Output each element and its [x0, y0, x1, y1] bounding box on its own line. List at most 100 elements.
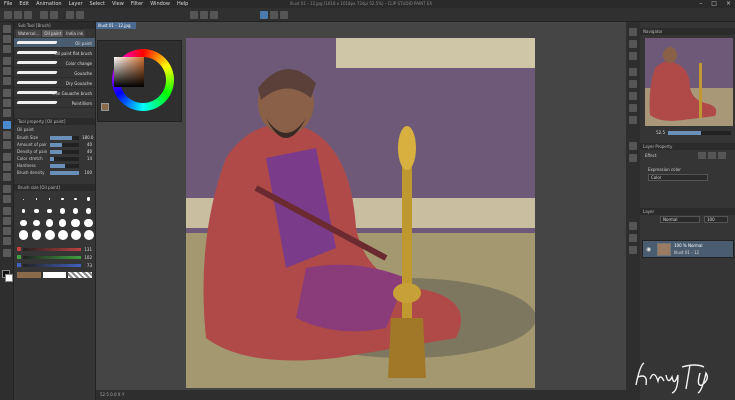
- navigator-icon[interactable]: [629, 28, 637, 36]
- property-slider[interactable]: [50, 170, 79, 175]
- color-slider[interactable]: 102: [14, 253, 95, 261]
- grid-icon[interactable]: [210, 11, 218, 19]
- snap-icon[interactable]: [190, 11, 198, 19]
- ruler-icon[interactable]: [200, 11, 208, 19]
- gradient-icon[interactable]: [3, 185, 11, 193]
- eraser-icon[interactable]: [3, 153, 11, 161]
- brush-size-preset[interactable]: [18, 218, 29, 228]
- selection-icon[interactable]: [3, 67, 11, 75]
- brush-size-preset[interactable]: [57, 218, 68, 228]
- operation-icon[interactable]: [3, 57, 11, 65]
- redo-icon[interactable]: [50, 11, 58, 19]
- zoom-icon[interactable]: [3, 25, 11, 33]
- material-3-icon[interactable]: [629, 92, 637, 100]
- navigator-zoom-slider[interactable]: [668, 130, 731, 135]
- brush-size-preset[interactable]: [31, 230, 42, 240]
- brush-icon[interactable]: [3, 121, 11, 129]
- property-slider[interactable]: [50, 156, 79, 161]
- snap-to-grid-icon[interactable]: [280, 11, 288, 19]
- undo-icon[interactable]: [40, 11, 48, 19]
- airbrush-icon[interactable]: [3, 131, 11, 139]
- tab-india-ink[interactable]: India ink: [64, 30, 86, 37]
- material-4-icon[interactable]: [629, 104, 637, 112]
- subtool-gouache[interactable]: Gouache: [14, 68, 95, 78]
- subtool-pointillism[interactable]: Pointillism: [14, 98, 95, 108]
- property-slider[interactable]: [50, 142, 79, 147]
- layer-color-icon[interactable]: [718, 152, 726, 159]
- menu-layer[interactable]: Layer: [69, 1, 83, 7]
- pencil-icon[interactable]: [3, 109, 11, 117]
- brush-size-preset[interactable]: [31, 194, 42, 204]
- channel-bar[interactable]: [23, 255, 81, 259]
- history-icon[interactable]: [629, 234, 637, 242]
- brush-size-preset[interactable]: [70, 194, 81, 204]
- document-tab[interactable]: Illust 01 - 12.jpg: [96, 22, 136, 29]
- close-icon[interactable]: ×: [726, 0, 731, 7]
- info-icon[interactable]: [629, 52, 637, 60]
- maximize-icon[interactable]: □: [711, 0, 717, 7]
- snap-to-special-ruler-icon[interactable]: [270, 11, 278, 19]
- expression-color-select[interactable]: Color: [648, 174, 708, 181]
- drawing-canvas[interactable]: [186, 38, 535, 388]
- text-icon[interactable]: [3, 227, 11, 235]
- channel-bar[interactable]: [23, 263, 81, 267]
- menu-edit[interactable]: Edit: [19, 1, 29, 7]
- menu-select[interactable]: Select: [90, 1, 105, 7]
- subtool-dry-gouache[interactable]: Dry Gouache: [14, 78, 95, 88]
- property-slider[interactable]: [50, 163, 79, 168]
- material-icon[interactable]: [629, 68, 637, 76]
- saturation-value-square[interactable]: [114, 57, 144, 87]
- sub-view-icon[interactable]: [629, 40, 637, 48]
- property-slider[interactable]: [50, 135, 79, 140]
- blend-mode-select[interactable]: Normal: [660, 216, 700, 223]
- layer-row[interactable]: ◉ 100 % Normal Illust 01 - 12: [642, 240, 734, 258]
- navigator-preview[interactable]: [645, 38, 733, 126]
- brush-size-preset[interactable]: [18, 206, 29, 216]
- brush-size-preset[interactable]: [31, 206, 42, 216]
- layer-search-icon[interactable]: [629, 154, 637, 162]
- color-history-swatch[interactable]: [42, 272, 67, 278]
- layer-property-icon[interactable]: [629, 142, 637, 150]
- menu-window[interactable]: Window: [150, 1, 170, 7]
- menu-help[interactable]: Help: [177, 1, 188, 7]
- property-slider[interactable]: [50, 149, 79, 154]
- correct-line-icon[interactable]: [3, 249, 11, 257]
- lasso-icon[interactable]: [3, 77, 11, 85]
- menu-filter[interactable]: Filter: [131, 1, 143, 7]
- menu-file[interactable]: File: [4, 1, 12, 7]
- brush-size-preset[interactable]: [44, 230, 55, 240]
- blend-icon[interactable]: [3, 163, 11, 171]
- decoration-icon[interactable]: [3, 141, 11, 149]
- brush-size-preset[interactable]: [70, 218, 81, 228]
- brush-size-preset[interactable]: [83, 206, 94, 216]
- material-2-icon[interactable]: [629, 80, 637, 88]
- brush-size-preset[interactable]: [18, 230, 29, 240]
- tone-effect-icon[interactable]: [708, 152, 716, 159]
- material-5-icon[interactable]: [629, 116, 637, 124]
- balloon-icon[interactable]: [3, 237, 11, 245]
- brush-size-preset[interactable]: [44, 206, 55, 216]
- frame-icon[interactable]: [3, 207, 11, 215]
- brush-size-preset[interactable]: [57, 206, 68, 216]
- border-effect-icon[interactable]: [698, 152, 706, 159]
- color-slider[interactable]: 73: [14, 261, 95, 269]
- move-icon[interactable]: [3, 45, 11, 53]
- brush-size-preset[interactable]: [18, 194, 29, 204]
- brush-size-preset[interactable]: [70, 206, 81, 216]
- current-color-swatch[interactable]: [101, 103, 109, 111]
- figure-icon[interactable]: [3, 195, 11, 203]
- menu-animation[interactable]: Animation: [36, 1, 62, 7]
- brush-size-preset[interactable]: [83, 194, 94, 204]
- minimize-icon[interactable]: –: [699, 0, 702, 7]
- brush-size-preset[interactable]: [44, 194, 55, 204]
- brush-size-preset[interactable]: [83, 230, 94, 240]
- brush-size-preset[interactable]: [31, 218, 42, 228]
- transparent-swatch[interactable]: [68, 272, 93, 278]
- auto-actions-icon[interactable]: [629, 246, 637, 254]
- color-history-swatch[interactable]: [17, 272, 41, 278]
- subtool-color-change[interactable]: Color change: [14, 58, 95, 68]
- transform-icon[interactable]: [76, 11, 84, 19]
- brush-size-preset[interactable]: [57, 230, 68, 240]
- subtool-oil-paint-flat[interactable]: Oil paint flat brush: [14, 48, 95, 58]
- brush-size-preset[interactable]: [57, 194, 68, 204]
